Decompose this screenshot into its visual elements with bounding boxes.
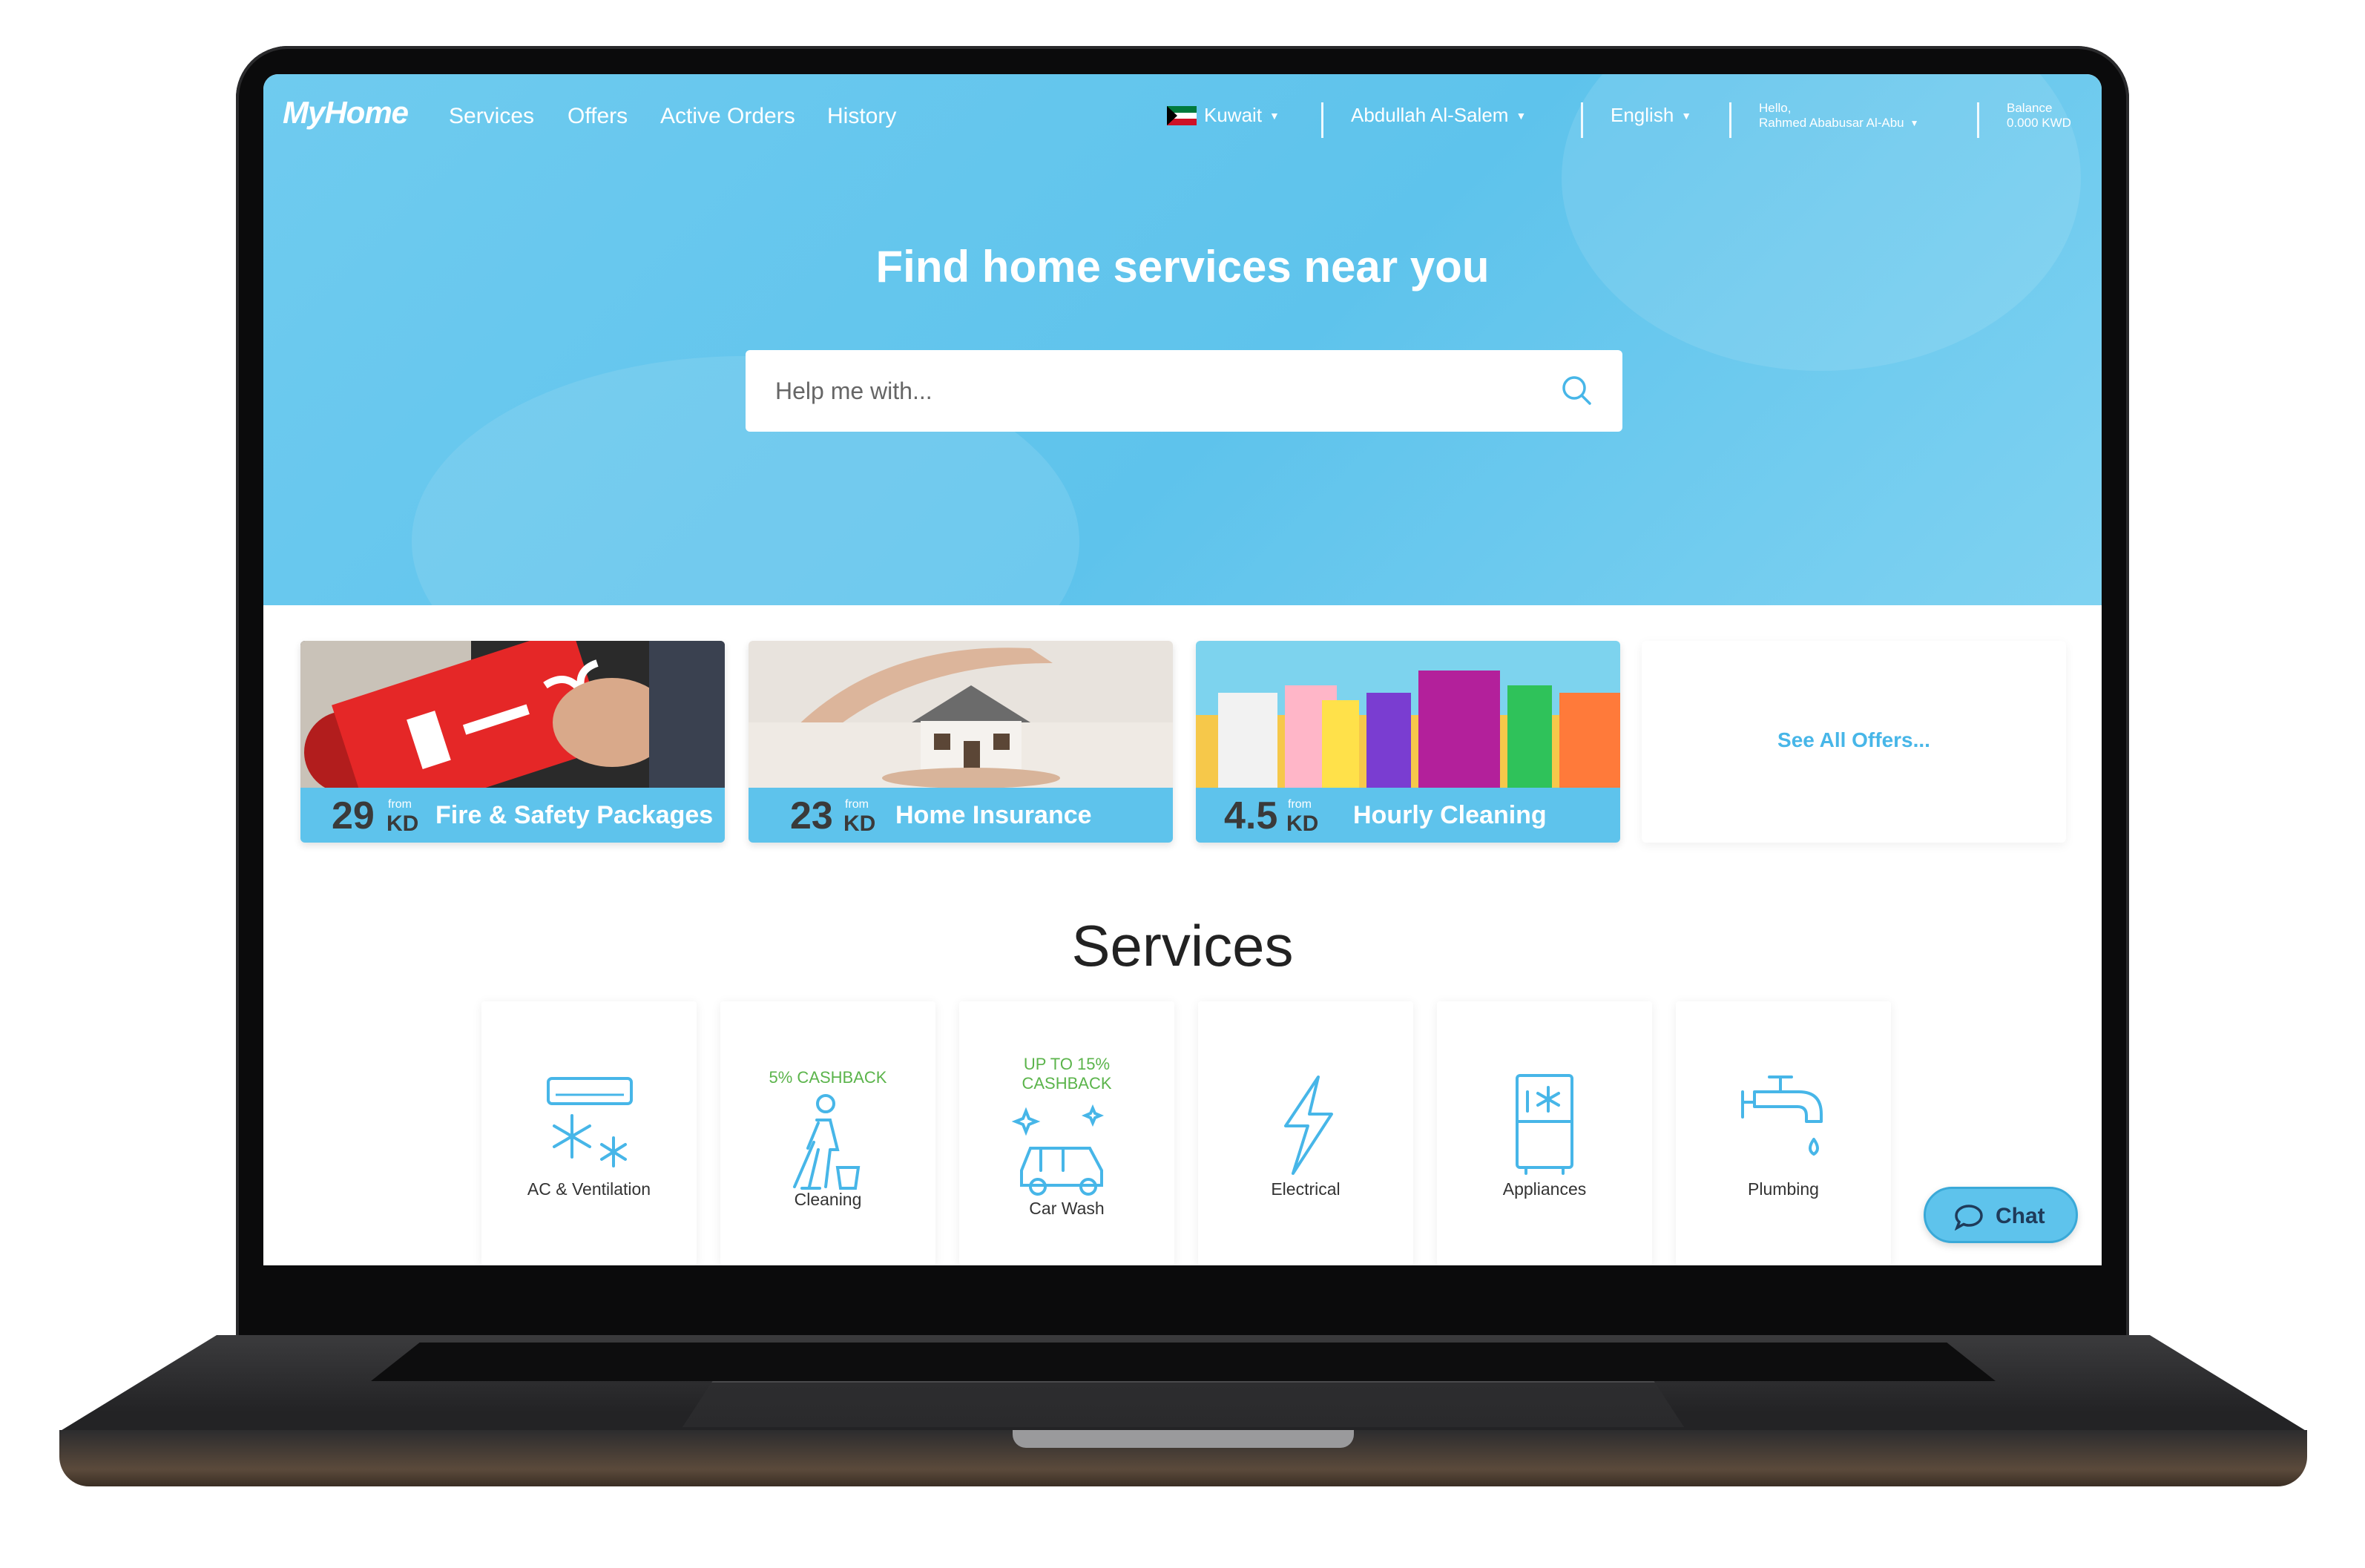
offer-currency: KD (387, 811, 419, 836)
keyboard (371, 1343, 1996, 1381)
screen: MyHome Services Offers Active Orders His… (263, 74, 2102, 1265)
offer-from: from (388, 798, 412, 811)
service-label: Cleaning (794, 1190, 862, 1209)
lightning-icon (1284, 1075, 1333, 1175)
offer-currency: KD (1286, 811, 1319, 836)
service-car-wash[interactable]: UP TO 15% CASHBACK Car Wash (959, 1001, 1174, 1265)
area-label: Abdullah Al-Salem (1351, 104, 1509, 126)
offer-currency: KD (843, 811, 876, 836)
search-input[interactable] (746, 350, 1562, 432)
top-navigation: MyHome Services Offers Active Orders His… (263, 74, 2102, 163)
offer-card-hourly-cleaning[interactable]: 4.5 from KD Hourly Cleaning (1196, 641, 1620, 843)
chat-bubble-icon (1954, 1205, 1983, 1231)
nav-services[interactable]: Services (449, 104, 534, 129)
caret-down-icon: ▼ (1681, 109, 1692, 122)
nav-divider (1977, 102, 1979, 138)
balance-value: 0.000 KWD (2007, 116, 2071, 130)
offer-card-fire-safety[interactable]: 29 from KD Fire & Safety Packages (300, 641, 725, 843)
services-title: Services (1071, 913, 1294, 978)
chat-label: Chat (1996, 1204, 2045, 1228)
search-box[interactable] (746, 350, 1622, 432)
faucet-icon (1741, 1075, 1823, 1156)
fire-safety-image (300, 641, 725, 788)
home-insurance-image (749, 641, 1173, 788)
service-cleaning[interactable]: 5% CASHBACK Cleaning (720, 1001, 935, 1265)
hourly-cleaning-image (1196, 641, 1620, 788)
offer-name: Fire & Safety Packages (435, 801, 714, 829)
offer-name: Home Insurance (895, 801, 1092, 829)
snowflake-ac-icon (547, 1077, 633, 1167)
service-electrical[interactable]: Electrical (1198, 1001, 1413, 1265)
logo[interactable]: MyHome (283, 95, 409, 131)
see-all-offers-card[interactable]: See All Offers... (1642, 641, 2066, 843)
service-label: AC & Ventilation (527, 1179, 651, 1199)
laptop-notch (1013, 1430, 1354, 1448)
country-selector[interactable]: Kuwait ▼ (1167, 104, 1280, 127)
user-menu[interactable]: Hello, Rahmed Ababusar Al-Abu ▼ (1759, 101, 1919, 131)
service-plumbing[interactable]: Plumbing (1676, 1001, 1891, 1265)
offer-from: from (1288, 798, 1312, 811)
offer-price: 23 (790, 794, 833, 837)
offer-price-bar: 23 from KD Home Insurance (749, 788, 1173, 843)
see-all-offers-link[interactable]: See All Offers... (1642, 728, 2066, 752)
fridge-icon (1516, 1074, 1573, 1175)
language-selector[interactable]: English ▼ (1611, 104, 1691, 127)
user-name: Rahmed Ababusar Al-Abu (1759, 116, 1904, 130)
country-label: Kuwait (1204, 104, 1263, 126)
caret-down-icon: ▼ (1269, 109, 1280, 122)
caret-down-icon: ▼ (1910, 118, 1919, 128)
search-icon[interactable] (1559, 372, 1596, 409)
laptop-base (59, 1335, 2307, 1507)
service-label: Car Wash (1029, 1199, 1105, 1218)
hero-banner: MyHome Services Offers Active Orders His… (263, 74, 2102, 605)
service-label: Plumbing (1748, 1179, 1819, 1199)
service-label: Electrical (1271, 1179, 1341, 1199)
caret-down-icon: ▼ (1516, 109, 1527, 122)
cleaner-icon (793, 1094, 861, 1190)
cashback-badge: 5% CASHBACK (769, 1068, 887, 1087)
offer-price-bar: 29 from KD Fire & Safety Packages (300, 788, 725, 843)
nav-offers[interactable]: Offers (568, 104, 628, 129)
offer-price-bar: 4.5 from KD Hourly Cleaning (1196, 788, 1620, 843)
hero-title: Find home services near you (875, 242, 1490, 291)
kuwait-flag-icon (1167, 105, 1197, 125)
balance-label: Balance (2007, 101, 2053, 115)
car-wash-icon (1011, 1104, 1105, 1196)
offer-price: 4.5 (1224, 794, 1278, 837)
service-appliances[interactable]: Appliances (1437, 1001, 1652, 1265)
nav-active-orders[interactable]: Active Orders (660, 104, 795, 129)
chat-button[interactable]: Chat (1924, 1187, 2078, 1243)
cashback-badge-line1: UP TO 15% (1023, 1055, 1111, 1073)
offer-card-home-insurance[interactable]: 23 from KD Home Insurance (749, 641, 1173, 843)
nav-history[interactable]: History (827, 104, 896, 129)
nav-divider (1321, 102, 1323, 138)
offer-price: 29 (332, 794, 375, 837)
nav-divider (1729, 102, 1731, 138)
service-label: Appliances (1502, 1179, 1587, 1199)
trackpad (682, 1381, 1684, 1427)
offer-from: from (845, 798, 869, 811)
cashback-badge-line2: CASHBACK (1022, 1074, 1112, 1093)
language-label: English (1611, 104, 1674, 126)
greeting-label: Hello, (1759, 101, 1792, 115)
offer-name: Hourly Cleaning (1353, 801, 1547, 829)
balance: Balance 0.000 KWD (2007, 101, 2071, 131)
nav-divider (1581, 102, 1583, 138)
service-ac-ventilation[interactable]: AC & Ventilation (481, 1001, 697, 1265)
area-selector[interactable]: Abdullah Al-Salem ▼ (1351, 104, 1526, 127)
